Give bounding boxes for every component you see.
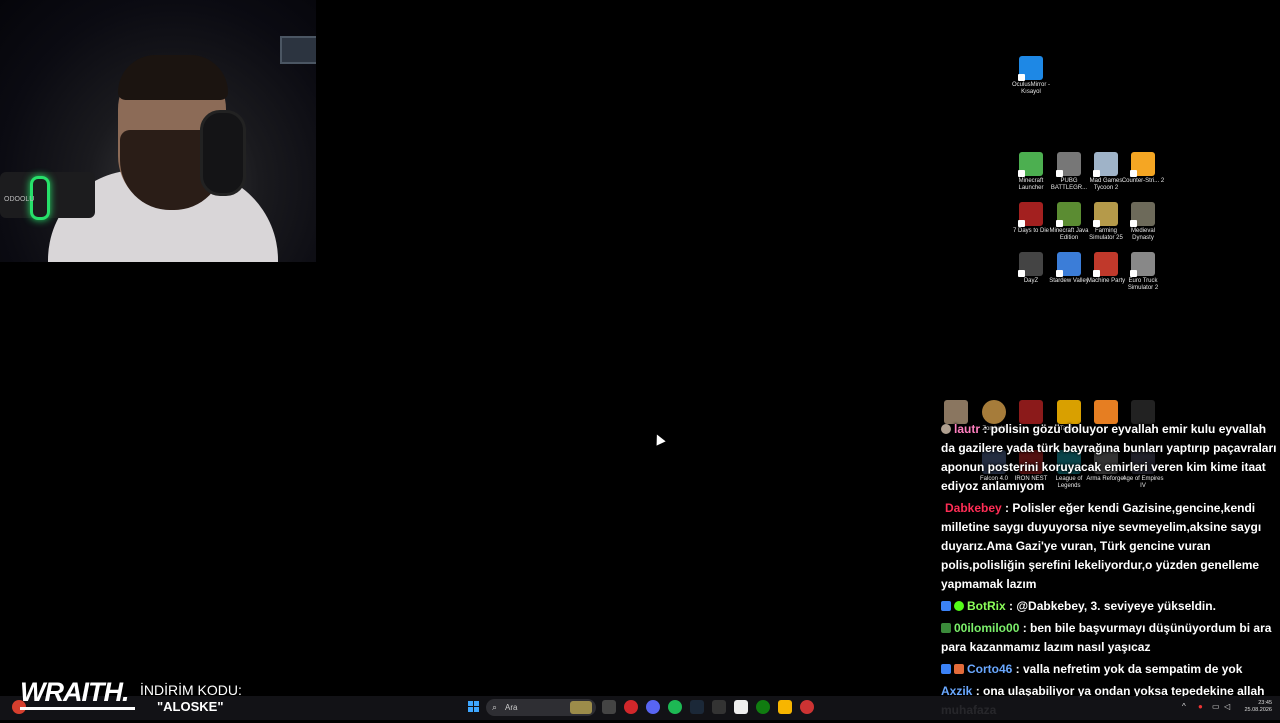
chat-username: lautr: [954, 422, 981, 436]
euro-truck-icon: [1130, 252, 1155, 277]
discord-icon[interactable]: [646, 700, 660, 714]
search-placeholder: Ara: [505, 703, 518, 712]
mic-brand-text: ODOOLU: [4, 196, 35, 203]
mic-muted-icon[interactable]: ●: [1198, 702, 1203, 711]
verified-badge-icon: [954, 601, 964, 611]
promo-label: İNDİRİM KODU:: [140, 682, 242, 698]
chat-overlay: lautr : polisin gözü doluyor eyvallah em…: [941, 420, 1280, 723]
steam-icon[interactable]: [690, 700, 704, 714]
start-button[interactable]: [468, 701, 480, 713]
headset-icon: [200, 110, 246, 196]
tray-chevron-icon[interactable]: ^: [1182, 702, 1186, 711]
sponsor-brand: WRAITH.: [20, 677, 129, 707]
medieval-dynasty-icon: [1130, 202, 1155, 227]
minecraft-icon: [1018, 152, 1043, 177]
chat-text: : polisin gözü doluyor eyvallah emir kul…: [941, 422, 1277, 493]
capcut-icon[interactable]: [734, 700, 748, 714]
streamer-hair: [118, 55, 228, 100]
chat-username: 00ilomilo00: [954, 621, 1020, 635]
stardew-icon: [1056, 252, 1081, 277]
mad-games-icon: [1093, 152, 1118, 177]
epic-games-icon[interactable]: [712, 700, 726, 714]
search-icon: ⌕: [492, 702, 498, 712]
chat-username: Corto46: [967, 662, 1013, 676]
desktop-icon-euro-truck[interactable]: Euro Truck Simulator 2: [1120, 252, 1166, 292]
desktop-icon-medieval-dynasty[interactable]: Medieval Dynasty: [1120, 202, 1166, 242]
gift-badge-icon: [954, 664, 964, 674]
mouse-cursor-icon: [652, 432, 666, 446]
chat-message: Dabkebey : Polisler eğer kendi Gazisine,…: [941, 499, 1280, 594]
search-highlight-image: [570, 701, 592, 714]
wall-picture: [280, 36, 316, 64]
dayz-icon: [1018, 252, 1043, 277]
7-days-icon: [1018, 202, 1043, 227]
clock-date: 25.08.2026: [1244, 707, 1272, 713]
pubg-icon: [1056, 152, 1081, 177]
chat-text: : valla nefretim yok da sempatim de yok: [1012, 662, 1243, 676]
opera-icon[interactable]: [624, 700, 638, 714]
spotify-icon[interactable]: [668, 700, 682, 714]
minecraft-java-icon: [1056, 202, 1081, 227]
machine-party-icon: [1093, 252, 1118, 277]
network-icon[interactable]: ▭: [1212, 702, 1220, 711]
taskbar-search[interactable]: ⌕ Ara: [486, 699, 596, 716]
xbox-icon[interactable]: [756, 700, 770, 714]
counter-strike-icon: [1130, 152, 1155, 177]
obs-icon[interactable]: [800, 700, 814, 714]
emote-icon: [941, 424, 951, 434]
chat-message: BotRix : @Dabkebey, 3. seviyeye yükseldi…: [941, 597, 1280, 616]
sub-badge-icon: [941, 623, 951, 633]
bot-badge-icon: [941, 664, 951, 674]
task-view-icon[interactable]: [602, 700, 616, 714]
chat-text: : @Dabkebey, 3. seviyeye yükseldin.: [1005, 599, 1216, 613]
volume-icon[interactable]: ◁: [1224, 702, 1230, 711]
chat-username: BotRix: [967, 599, 1006, 613]
bot-badge-icon: [941, 601, 951, 611]
chat-message: Corto46 : valla nefretim yok da sempatim…: [941, 660, 1280, 679]
desktop-icon-counter-strike[interactable]: Counter-Stri... 2: [1120, 152, 1166, 185]
chat-username: Dabkebey: [945, 501, 1002, 515]
taskbar-clock[interactable]: 23:45 25.08.2026: [1238, 700, 1272, 714]
clock-time: 23:45: [1258, 700, 1272, 706]
chat-message: lautr : polisin gözü doluyor eyvallah em…: [941, 420, 1280, 496]
promo-code: "ALOSKE": [157, 699, 224, 714]
chat-message: 00ilomilo00 : ben bile başvurmayı düşünü…: [941, 619, 1280, 657]
sponsor-banner: WRAITH.: [20, 677, 135, 710]
webcam-overlay: ODOOLU: [0, 0, 316, 262]
photos-icon[interactable]: [778, 700, 792, 714]
oculus-icon: [1018, 56, 1043, 81]
desktop-icon-oculusmirror[interactable]: OculusMirror - Kısayol: [1008, 56, 1054, 96]
brand-underline: [20, 707, 135, 710]
farming-sim-icon: [1093, 202, 1118, 227]
